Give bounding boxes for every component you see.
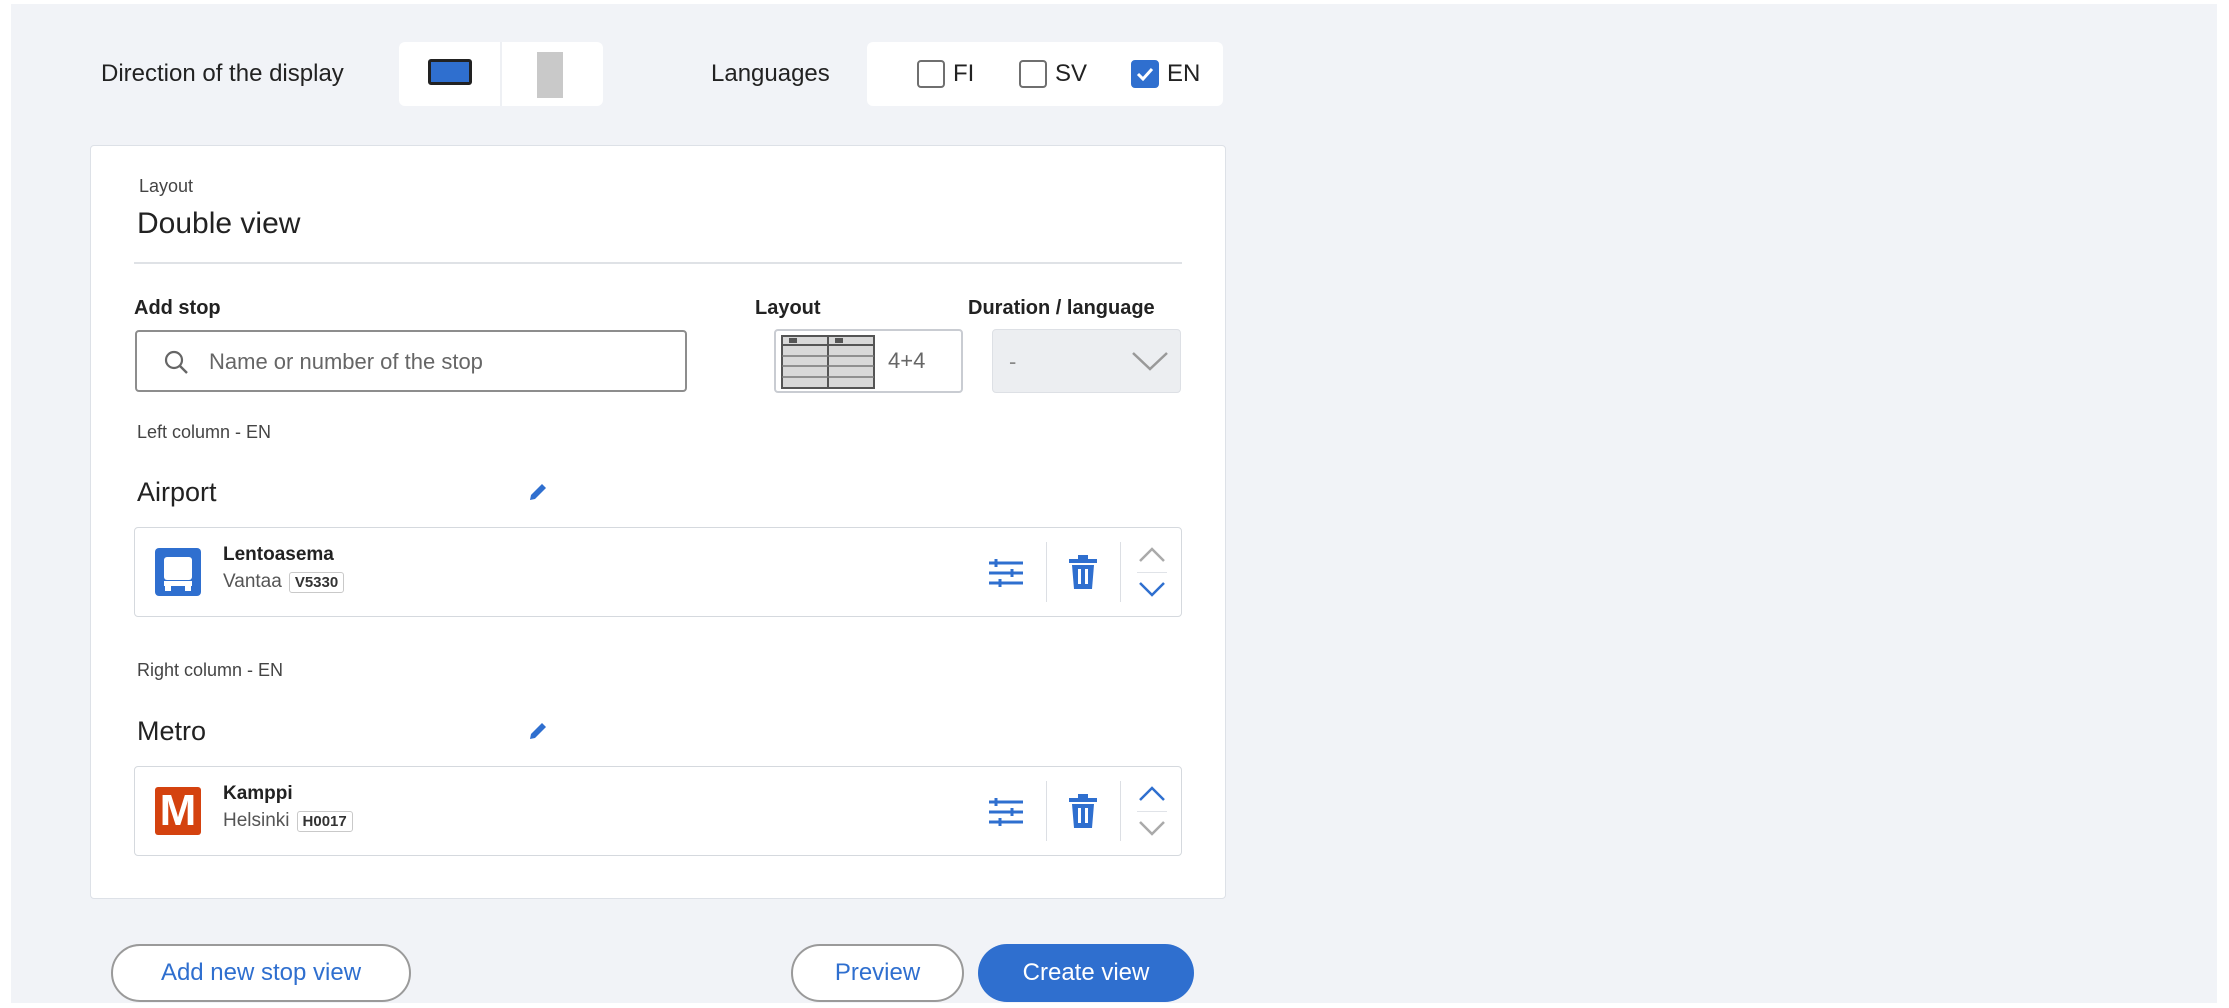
add-stop-label: Add stop xyxy=(134,297,221,319)
stop-location: Helsinki H0017 xyxy=(223,810,353,832)
add-new-stop-view-button[interactable]: Add new stop view xyxy=(111,944,411,1002)
add-stop-search xyxy=(135,330,687,392)
divider xyxy=(134,262,1182,264)
languages-label: Languages xyxy=(711,60,830,87)
stop-name: Kamppi xyxy=(223,783,293,804)
duration-value: - xyxy=(1009,349,1017,374)
search-icon xyxy=(164,350,188,374)
checkbox-box xyxy=(1019,60,1047,88)
checkbox-checked xyxy=(1131,60,1159,88)
landscape-icon xyxy=(428,59,472,85)
bus-icon xyxy=(155,548,201,596)
direction-toggle xyxy=(399,42,603,106)
stop-city: Vantaa xyxy=(223,571,282,592)
layout-value: 4+4 xyxy=(888,348,926,373)
portrait-icon xyxy=(537,52,563,98)
trash-icon[interactable] xyxy=(1069,555,1097,589)
duration-label: Duration / language xyxy=(968,297,1155,319)
settings-sliders-icon[interactable] xyxy=(988,798,1024,826)
direction-label: Direction of the display xyxy=(101,60,344,87)
edit-pencil-icon[interactable] xyxy=(527,720,549,742)
move-down-icon[interactable] xyxy=(1138,819,1166,837)
checkbox-box xyxy=(917,60,945,88)
metro-icon: M xyxy=(155,787,201,835)
portrait-option[interactable] xyxy=(502,42,603,106)
preview-button[interactable]: Preview xyxy=(791,944,964,1002)
move-up-icon[interactable] xyxy=(1138,546,1166,564)
stop-name: Lentoasema xyxy=(223,544,334,565)
languages-group: FI SV EN xyxy=(867,42,1223,106)
create-view-button[interactable]: Create view xyxy=(978,944,1194,1002)
layout-label: Layout xyxy=(755,297,821,319)
landscape-option[interactable] xyxy=(399,42,500,106)
stop-row-kamppi: M Kamppi Helsinki H0017 xyxy=(134,766,1182,856)
layout-caption: Layout xyxy=(139,176,194,196)
trash-icon[interactable] xyxy=(1069,794,1097,828)
stop-city: Helsinki xyxy=(223,810,290,831)
right-column-title: Metro xyxy=(137,716,207,746)
duration-select[interactable]: - xyxy=(992,329,1181,393)
stop-location: Vantaa V5330 xyxy=(223,571,345,593)
layout-select[interactable]: 4+4 xyxy=(774,329,963,393)
settings-sliders-icon[interactable] xyxy=(988,559,1024,587)
language-en-checkbox[interactable]: EN xyxy=(1131,42,1200,106)
language-fi-label: FI xyxy=(953,60,975,87)
right-column-caption: Right column - EN xyxy=(137,660,284,680)
search-input[interactable] xyxy=(207,342,671,382)
language-fi-checkbox[interactable]: FI xyxy=(917,42,974,106)
left-column-caption: Left column - EN xyxy=(137,422,272,442)
move-down-icon[interactable] xyxy=(1138,580,1166,598)
left-column-title: Airport xyxy=(137,477,217,507)
edit-pencil-icon[interactable] xyxy=(527,481,549,503)
checkmark-icon xyxy=(1136,67,1154,81)
chevron-down-icon xyxy=(1132,352,1168,371)
language-sv-label: SV xyxy=(1055,60,1088,87)
stop-row-lentoasema: Lentoasema Vantaa V5330 xyxy=(134,527,1182,617)
stop-code-badge: H0017 xyxy=(296,810,353,832)
metro-letter: M xyxy=(159,786,197,835)
stop-code-badge: V5330 xyxy=(288,571,345,593)
language-en-label: EN xyxy=(1167,60,1201,87)
language-sv-checkbox[interactable]: SV xyxy=(1019,42,1087,106)
move-up-icon[interactable] xyxy=(1138,785,1166,803)
layout-title[interactable]: Double view xyxy=(137,207,300,241)
grid-layout-icon xyxy=(781,335,875,389)
